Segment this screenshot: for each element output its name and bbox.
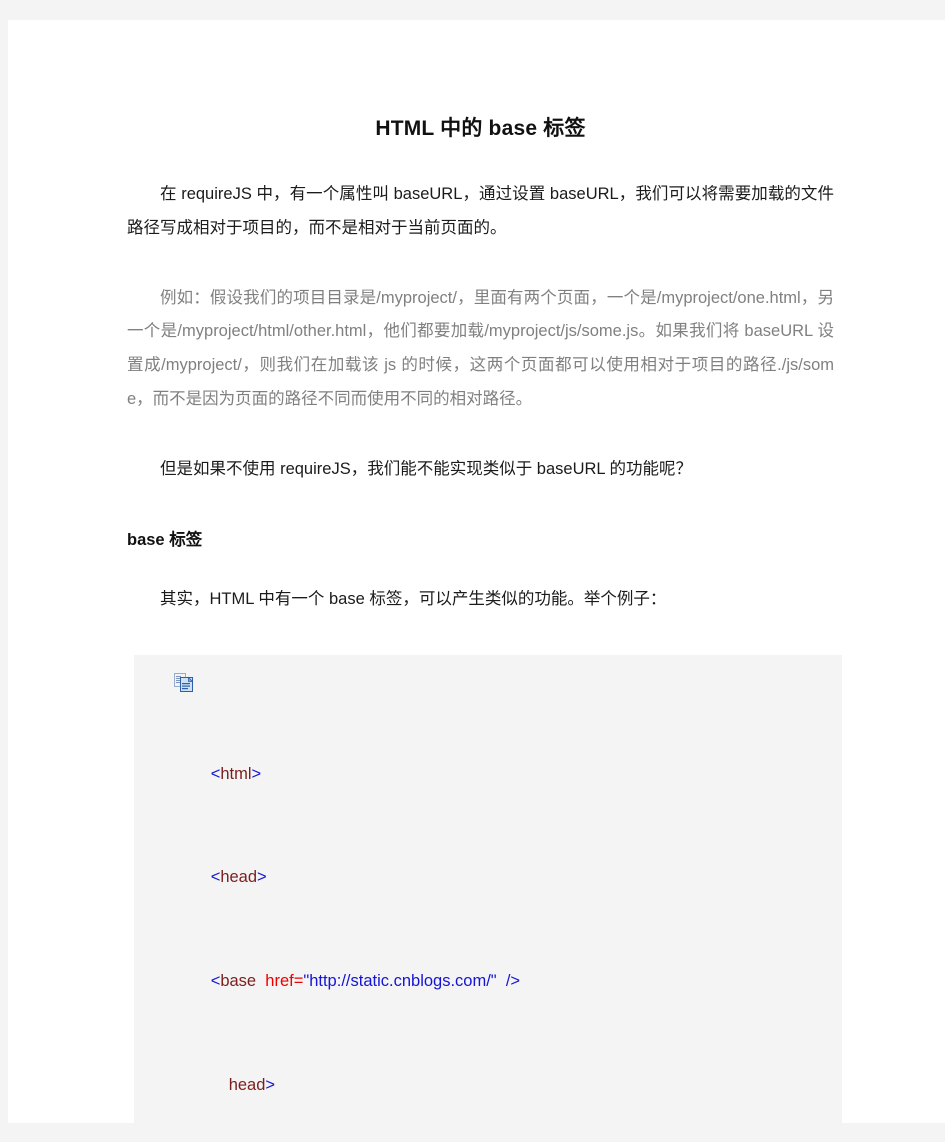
code-token: < [210, 764, 221, 783]
copy-to-clipboard-icon[interactable] [174, 672, 194, 692]
code-token: < [210, 972, 221, 991]
code-token: < [210, 868, 221, 887]
code-token: > [265, 1076, 276, 1095]
code-token: > [257, 868, 267, 887]
code-line-head-close: head> [174, 1013, 842, 1117]
code-toolbar [174, 669, 842, 701]
code-token: html [220, 764, 252, 783]
code-token: > [251, 764, 262, 783]
paragraph-example: 例如：假设我们的项目目录是/myproject/，里面有两个页面，一个是/myp… [127, 288, 834, 409]
paragraph-intro: 在 requireJS 中，有一个属性叫 baseURL，通过设置 baseUR… [127, 185, 834, 237]
paragraph-question: 但是如果不使用 requireJS，我们能不能实现类似于 baseURL 的功能… [160, 459, 693, 478]
code-line-base: <base href="http://static.cnblogs.com/" … [174, 909, 842, 1013]
code-line-head: <head> [174, 805, 842, 909]
code-line-html: <html> [174, 701, 842, 805]
paragraph-section-intro: 其实，HTML 中有一个 base 标签，可以产生类似的功能。举个例子： [160, 590, 667, 609]
code-token: head [220, 868, 258, 887]
section-heading-base-tag: base 标签 [127, 530, 203, 549]
code-token: href [265, 972, 294, 991]
code-token: "http://static.cnblogs.com/" [303, 972, 497, 991]
page-title: HTML 中的 base 标签 [375, 117, 586, 140]
code-block: <html> <head> <base href="http://static.… [134, 654, 842, 1142]
code-token: base [220, 972, 257, 991]
code-token: = [293, 972, 304, 991]
code-token: /> [505, 972, 521, 991]
document-body: HTML 中的 base 标签 在 requireJS 中，有一个属性叫 bas… [8, 20, 945, 1142]
document-page: HTML 中的 base 标签 在 requireJS 中，有一个属性叫 bas… [8, 20, 945, 1142]
code-token: head [228, 1076, 266, 1095]
